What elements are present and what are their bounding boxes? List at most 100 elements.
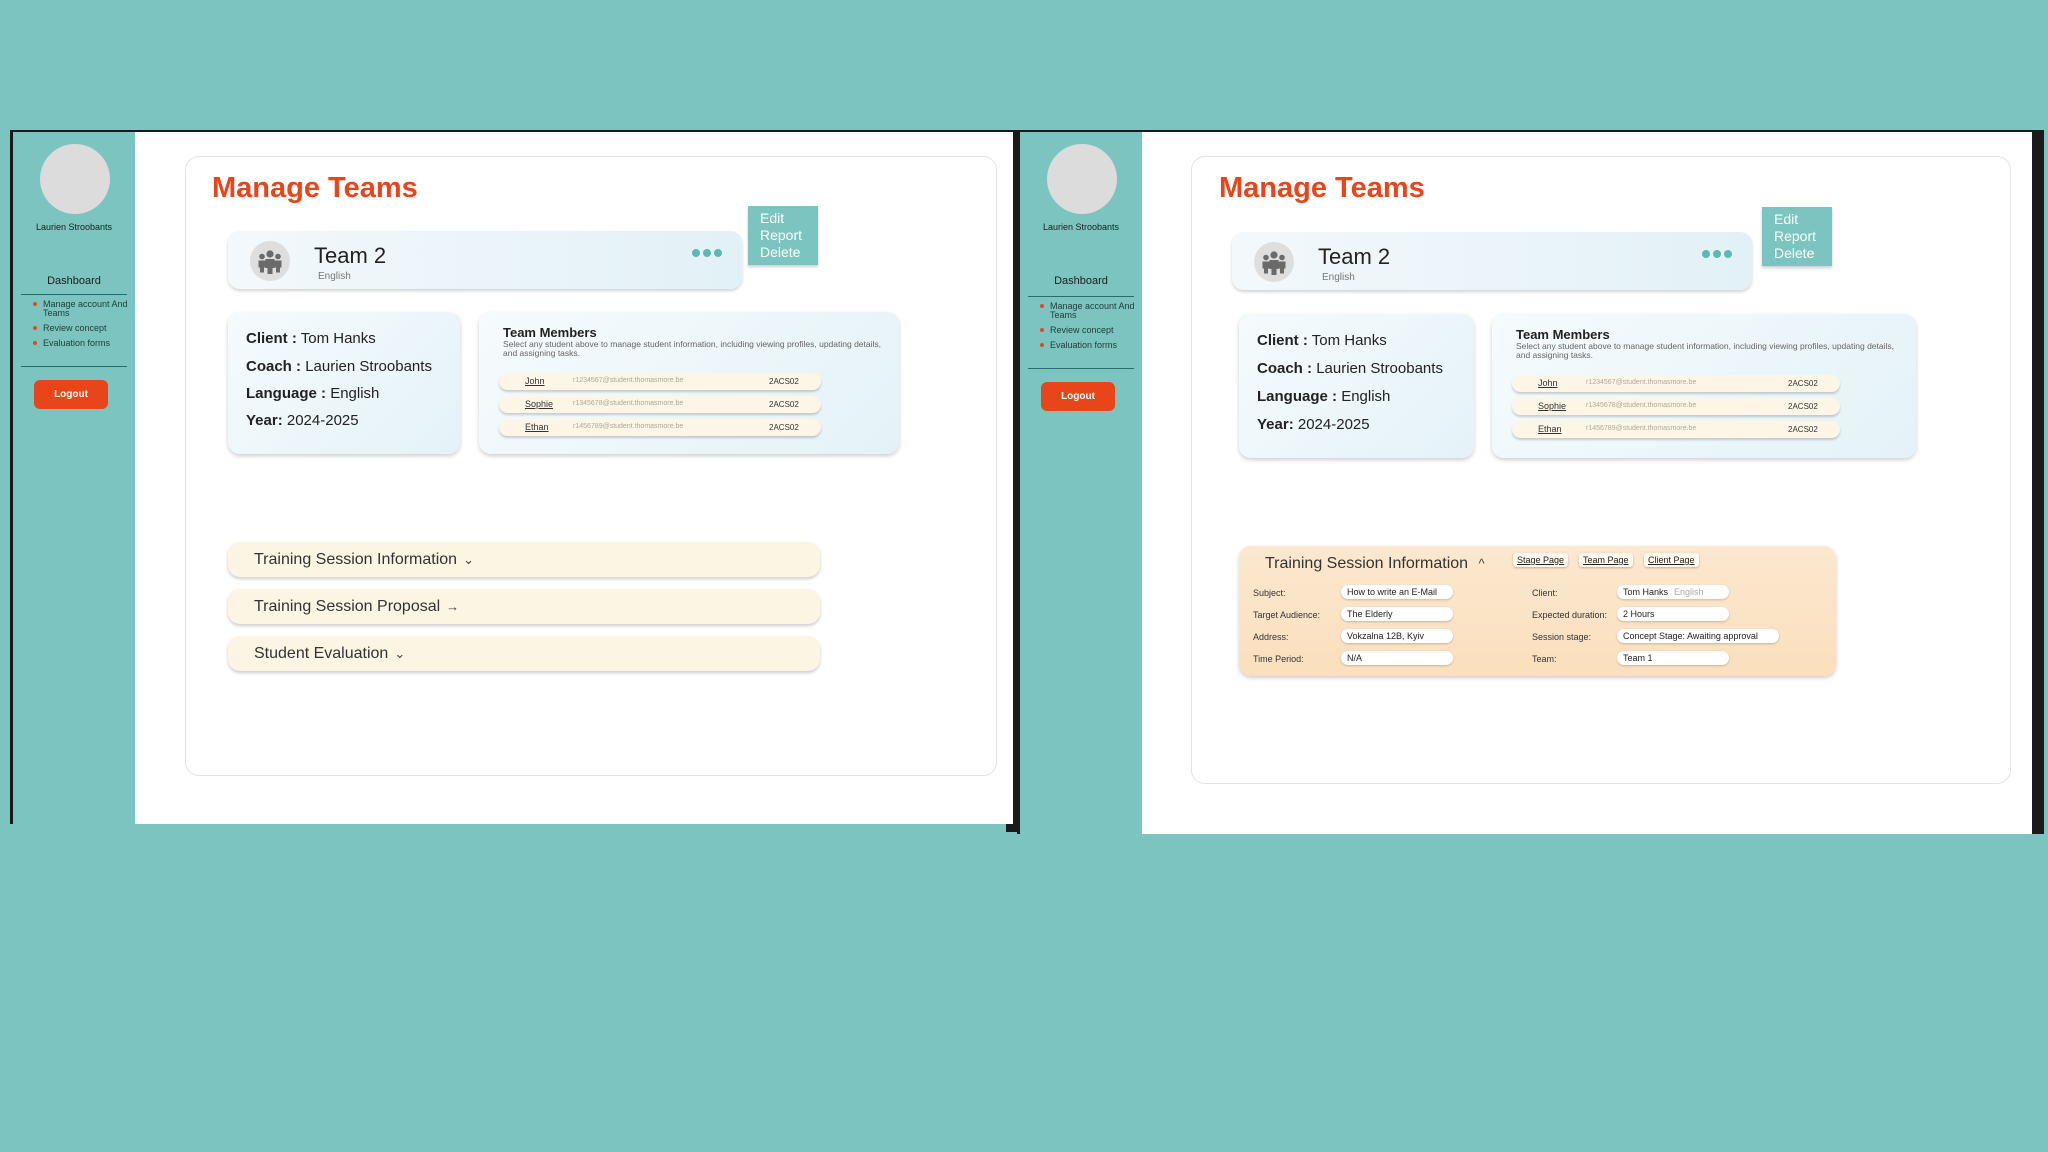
member-name[interactable]: John [1538, 378, 1558, 388]
year-info: Year: 2024-2025 [246, 412, 359, 429]
arrow-right-icon: → [446, 599, 460, 614]
nav-divider [1028, 296, 1134, 297]
more-options-icon[interactable] [1702, 250, 1732, 258]
team-action-menu: Edit Report Delete [1762, 207, 1832, 266]
more-options-icon[interactable] [692, 249, 722, 257]
year-info: Year: 2024-2025 [1257, 416, 1370, 433]
team-label: Team: [1532, 654, 1557, 664]
members-description: Select any student above to manage stude… [503, 339, 882, 358]
edit-menu-item[interactable]: Edit [1774, 211, 1820, 228]
member-row[interactable]: Ethan r1456789@student.thomasmore.be 2AC… [499, 419, 821, 436]
content-area: Manage Teams Team 2 English Edit Report … [1142, 132, 2032, 834]
chevron-down-icon: ⌄ [463, 552, 474, 567]
stage-page-link[interactable]: Stage Page [1513, 553, 1569, 567]
member-name[interactable]: Sophie [525, 399, 553, 409]
member-row[interactable]: John r1234567@student.thomasmore.be 2ACS… [499, 373, 821, 390]
team-header[interactable]: Team 2 English [1232, 232, 1752, 290]
team-language: English [318, 271, 351, 282]
sidebar: Laurien Stroobants Dashboard Manage acco… [1020, 132, 1142, 834]
team-header[interactable]: Team 2 English [228, 231, 742, 289]
session-stage-label: Session stage: [1532, 632, 1592, 642]
nav-divider [21, 294, 127, 295]
training-session-toggle[interactable]: Training Session Information ^ [1265, 555, 1485, 573]
training-session-panel: Training Session Information ^ Stage Pag… [1239, 546, 1836, 676]
target-audience-value: The Elderly [1341, 607, 1453, 621]
team-name: Team 2 [314, 243, 387, 268]
section-label: Training Session Information [1265, 555, 1469, 572]
nav-dashboard[interactable]: Dashboard [1020, 275, 1142, 287]
member-row[interactable]: Sophie r1345678@student.thomasmore.be 2A… [499, 396, 821, 413]
client-info: Client : Tom Hanks [246, 330, 376, 347]
member-email: r1234567@student.thomasmore.be [1586, 379, 1697, 386]
delete-menu-item[interactable]: Delete [1774, 245, 1820, 262]
member-email: r1456789@student.thomasmore.be [573, 423, 684, 430]
address-value: Vokzalna 12B, Kyiv [1341, 629, 1453, 643]
chevron-up-icon: ^ [1478, 556, 1485, 571]
nav-dashboard[interactable]: Dashboard [13, 275, 135, 287]
page-title: Manage Teams [212, 172, 418, 204]
report-menu-item[interactable]: Report [1774, 228, 1820, 245]
member-row[interactable]: Sophie r1345678@student.thomasmore.be 2A… [1512, 398, 1840, 415]
delete-menu-item[interactable]: Delete [760, 244, 806, 261]
nav-item-evaluation-forms[interactable]: Evaluation forms [33, 339, 143, 348]
language-info: Language : English [246, 385, 380, 402]
section-label: Training Session Proposal [254, 598, 441, 615]
team-members-card: Team Members Select any student above to… [1492, 314, 1916, 458]
training-session-information-toggle[interactable]: Training Session Information ⌄ [228, 542, 820, 577]
team-page-link[interactable]: Team Page [1579, 553, 1633, 567]
nav-item-manage-account[interactable]: Manage account And Teams [33, 300, 143, 318]
coach-info: Coach : Laurien Stroobants [246, 358, 432, 375]
edit-menu-item[interactable]: Edit [760, 210, 806, 227]
member-email: r1456789@student.thomasmore.be [1586, 425, 1697, 432]
member-class: 2ACS02 [1788, 379, 1818, 388]
user-name: Laurien Stroobants [1042, 222, 1120, 232]
logout-button[interactable]: Logout [34, 380, 108, 409]
team-info-card: Client : Tom Hanks Coach : Laurien Stroo… [228, 312, 460, 454]
team-value: Team 1 [1617, 651, 1729, 665]
language-info: Language : English [1257, 388, 1391, 405]
member-class: 2ACS02 [1788, 402, 1818, 411]
member-name[interactable]: John [525, 376, 545, 386]
member-email: r1345678@student.thomasmore.be [1586, 402, 1697, 409]
team-language: English [1322, 272, 1355, 283]
expected-duration-label: Expected duration: [1532, 610, 1608, 620]
members-title: Team Members [503, 325, 597, 340]
logout-button[interactable]: Logout [1041, 382, 1115, 411]
avatar[interactable] [40, 144, 110, 214]
member-name[interactable]: Ethan [525, 422, 549, 432]
team-icon [1254, 242, 1294, 282]
team-name: Team 2 [1318, 244, 1391, 269]
team-members-card: Team Members Select any student above to… [479, 312, 899, 454]
members-title: Team Members [1516, 327, 1610, 342]
member-row[interactable]: John r1234567@student.thomasmore.be 2ACS… [1512, 375, 1840, 392]
members-description: Select any student above to manage stude… [1516, 341, 1895, 360]
time-period-label: Time Period: [1253, 654, 1304, 664]
nav-divider [21, 366, 127, 367]
client-page-link[interactable]: Client Page [1644, 553, 1699, 567]
nav-list: Manage account And Teams Review concept … [1040, 302, 1150, 356]
nav-item-review-concept[interactable]: Review concept [33, 324, 143, 333]
nav-item-review-concept[interactable]: Review concept [1040, 326, 1150, 335]
session-stage-value: Concept Stage: Awaiting approval [1617, 629, 1779, 643]
subject-label: Subject: [1253, 588, 1286, 598]
member-class: 2ACS02 [769, 423, 799, 432]
student-evaluation-toggle[interactable]: Student Evaluation ⌄ [228, 636, 820, 671]
client-value: Tom Hanks English [1617, 585, 1729, 599]
section-label: Training Session Information [254, 551, 458, 568]
nav-list: Manage account And Teams Review concept … [33, 300, 143, 354]
nav-item-manage-account[interactable]: Manage account And Teams [1040, 302, 1150, 320]
member-class: 2ACS02 [769, 377, 799, 386]
training-session-proposal-link[interactable]: Training Session Proposal → [228, 589, 820, 624]
member-name[interactable]: Sophie [1538, 401, 1566, 411]
user-name: Laurien Stroobants [35, 222, 113, 232]
coach-info: Coach : Laurien Stroobants [1257, 360, 1443, 377]
report-menu-item[interactable]: Report [760, 227, 806, 244]
address-label: Address: [1253, 632, 1289, 642]
member-row[interactable]: Ethan r1456789@student.thomasmore.be 2AC… [1512, 421, 1840, 438]
member-name[interactable]: Ethan [1538, 424, 1562, 434]
nav-item-evaluation-forms[interactable]: Evaluation forms [1040, 341, 1150, 350]
client-label: Client: [1532, 588, 1558, 598]
member-email: r1345678@student.thomasmore.be [573, 400, 684, 407]
avatar[interactable] [1047, 144, 1117, 214]
team-icon [250, 241, 290, 281]
